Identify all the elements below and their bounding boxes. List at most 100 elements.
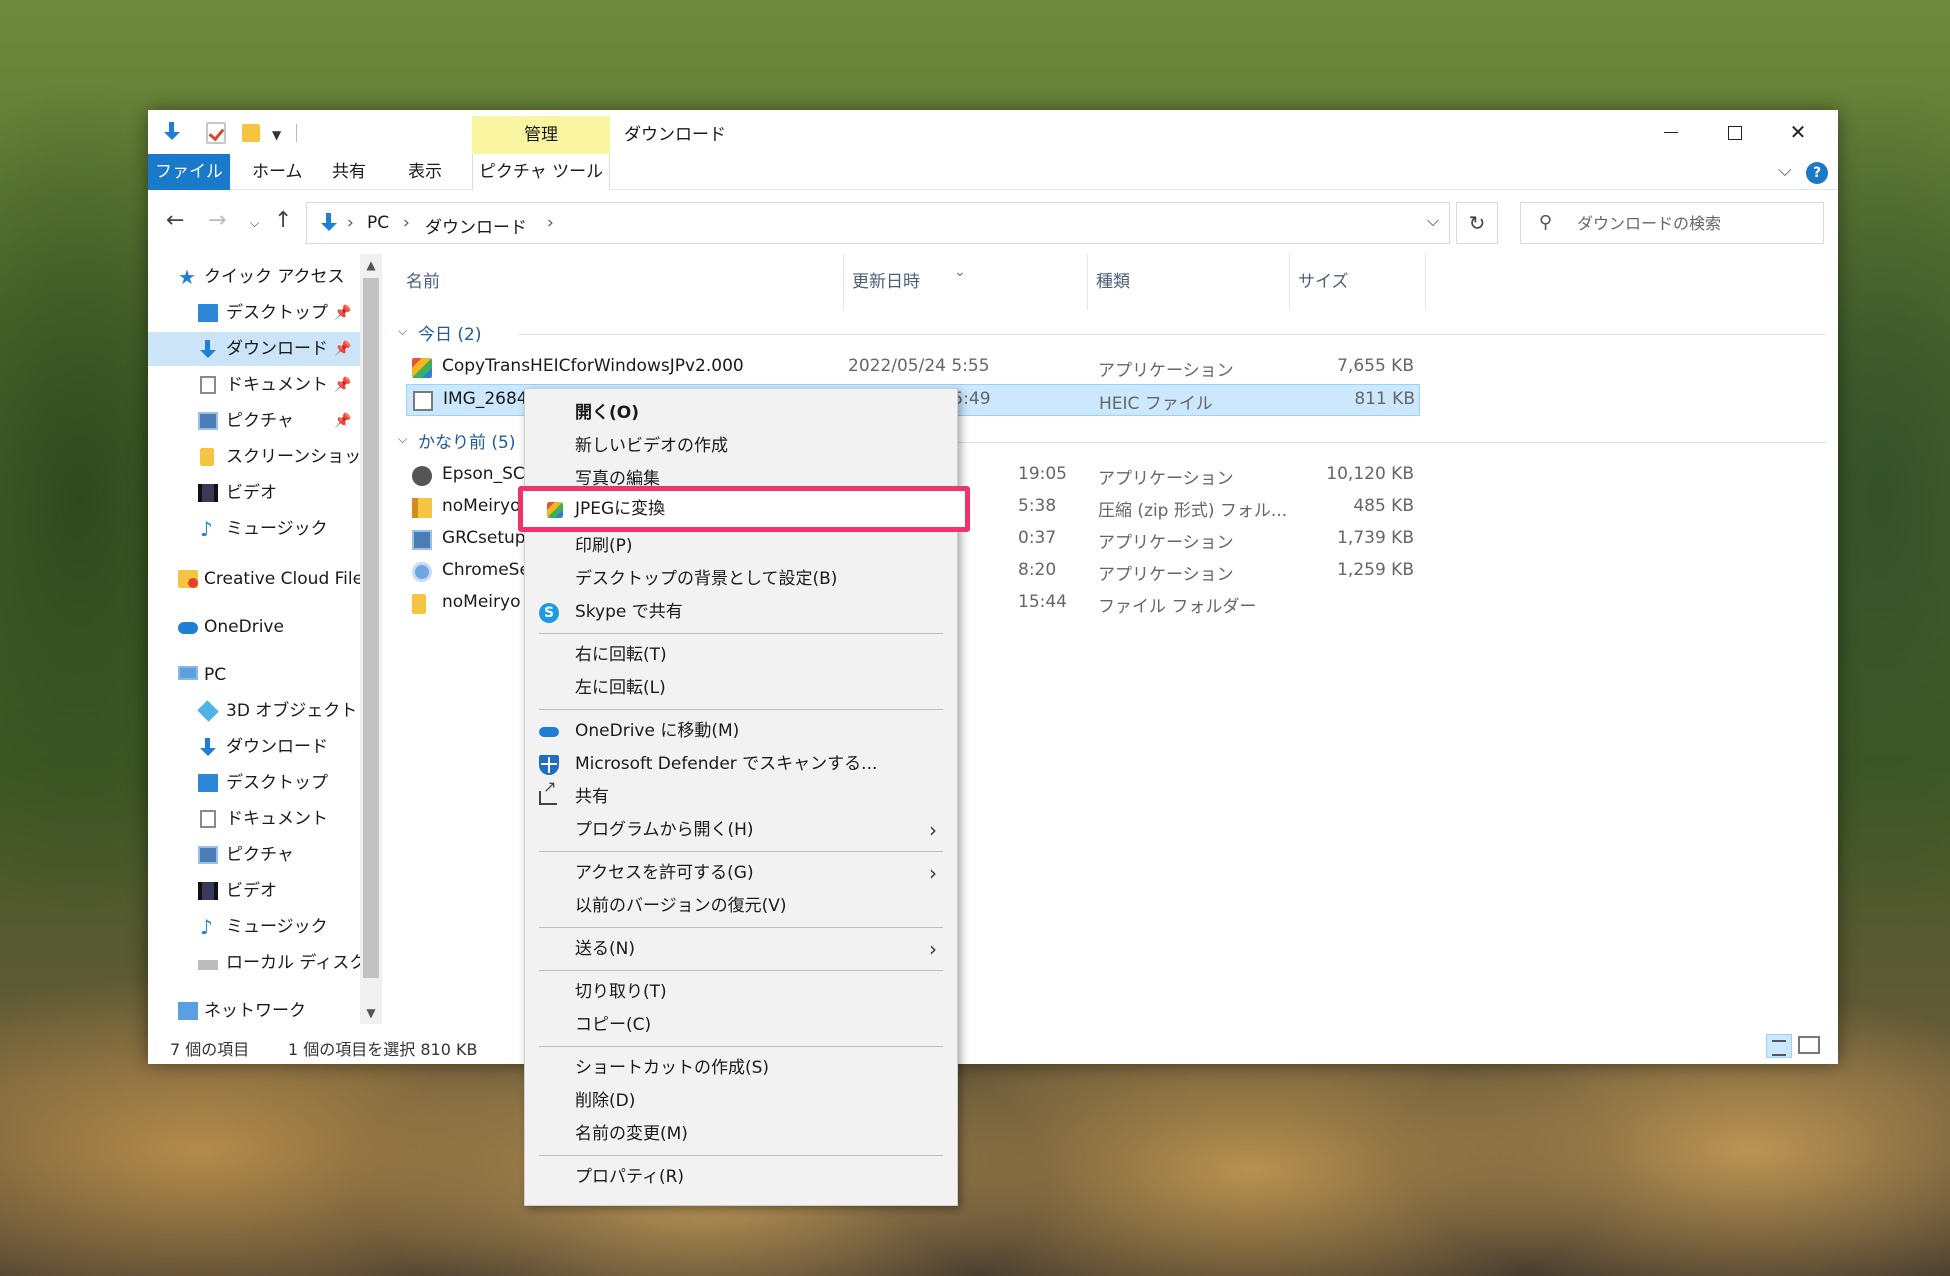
menu-item-restore-versions[interactable]: 以前のバージョンの復元(V) xyxy=(525,890,957,922)
file-name: CopyTransHEICforWindowsJPv2.000 xyxy=(442,356,744,376)
tab-home[interactable]: ホーム xyxy=(236,154,319,190)
scrollbar-thumb[interactable] xyxy=(363,278,379,978)
menu-item-create-shortcut[interactable]: ショートカットの作成(S) xyxy=(525,1052,957,1084)
breadcrumb-separator[interactable]: › xyxy=(347,213,354,233)
new-folder-icon[interactable] xyxy=(242,124,260,142)
forward-arrow-icon[interactable]: → xyxy=(208,208,226,233)
sidebar-item-documents[interactable]: ドキュメント xyxy=(148,802,360,836)
menu-item-set-background[interactable]: デスクトップの背景として設定(B) xyxy=(525,563,957,595)
maximize-button[interactable] xyxy=(1702,110,1766,154)
submenu-arrow-icon: › xyxy=(929,818,937,842)
breadcrumb-downloads[interactable]: ダウンロード xyxy=(425,213,527,238)
sidebar-item-videos-quick[interactable]: ビデオ xyxy=(148,476,360,510)
menu-item-new-video[interactable]: 新しいビデオの作成 xyxy=(525,430,957,462)
help-icon[interactable]: ? xyxy=(1806,162,1828,184)
table-row[interactable]: CopyTransHEICforWindowsJPv2.000 2022/05/… xyxy=(406,352,1420,384)
sidebar-item-3d-objects[interactable]: 3D オブジェクト xyxy=(148,694,360,728)
menu-item-rotate-left[interactable]: 左に回転(L) xyxy=(525,672,957,704)
group-collapse-icon[interactable]: ⌵ xyxy=(398,432,407,447)
sidebar-item-pictures-pinned[interactable]: ピクチャ 📌 xyxy=(148,404,360,438)
menu-item-defender-scan[interactable]: Microsoft Defender でスキャンする... xyxy=(525,748,957,780)
sidebar-item-label: スクリーンショット xyxy=(226,447,360,467)
sidebar-item-pc[interactable]: PC xyxy=(148,658,360,692)
pin-icon[interactable]: 📌 xyxy=(334,404,351,438)
menu-item-skype-share[interactable]: S Skype で共有 xyxy=(525,596,957,628)
menu-item-give-access[interactable]: アクセスを許可する(G) › xyxy=(525,857,957,889)
column-header-date[interactable]: 更新日時 ⌄ xyxy=(844,254,1088,310)
menu-item-rename[interactable]: 名前の変更(M) xyxy=(525,1118,957,1150)
menu-item-open[interactable]: 開く(O) xyxy=(525,397,957,429)
sidebar-item-onedrive[interactable]: OneDrive xyxy=(148,610,360,644)
file-name: noMeiryo xyxy=(442,592,521,612)
tab-file[interactable]: ファイル xyxy=(148,154,230,190)
details-view-icon[interactable] xyxy=(1766,1034,1792,1058)
sidebar-item-quick-access[interactable]: ★ クイック アクセス xyxy=(148,260,360,294)
breadcrumb-separator[interactable]: › xyxy=(547,213,554,233)
minimize-button[interactable] xyxy=(1638,110,1702,154)
tab-view[interactable]: 表示 xyxy=(392,154,458,190)
file-type: ファイル フォルダー xyxy=(1098,597,1257,617)
sidebar-item-music[interactable]: ♪ ミュージック xyxy=(148,910,360,944)
pin-icon[interactable]: 📌 xyxy=(334,332,351,366)
up-arrow-icon[interactable]: ↑ xyxy=(274,208,292,233)
menu-item-open-with[interactable]: プログラムから開く(H) › xyxy=(525,814,957,846)
search-input[interactable] xyxy=(1577,211,1817,235)
quick-access-download-icon[interactable] xyxy=(162,122,182,144)
sidebar-item-downloads[interactable]: ダウンロード xyxy=(148,730,360,764)
sidebar-item-documents-pinned[interactable]: ドキュメント 📌 xyxy=(148,368,360,402)
tab-share[interactable]: 共有 xyxy=(316,154,382,190)
sidebar-item-downloads-pinned[interactable]: ダウンロード 📌 xyxy=(148,332,360,366)
address-bar[interactable]: › PC › ダウンロード › ⌵ xyxy=(306,202,1450,244)
group-collapse-icon[interactable]: ⌵ xyxy=(398,324,407,339)
sidebar-item-creative-cloud[interactable]: Creative Cloud Files xyxy=(148,562,360,596)
menu-item-properties[interactable]: プロパティ(R) xyxy=(525,1161,957,1193)
menu-item-label: コピー(C) xyxy=(575,1015,652,1035)
sidebar-item-network[interactable]: ネットワーク xyxy=(148,994,360,1024)
manage-tab-group[interactable]: 管理 xyxy=(472,116,610,154)
menu-item-print[interactable]: 印刷(P) xyxy=(525,530,957,562)
search-box[interactable]: ⚲ xyxy=(1520,202,1824,244)
menu-item-label: 左に回転(L) xyxy=(575,678,666,698)
ribbon-expand-icon[interactable]: ⌵ xyxy=(1778,160,1792,181)
recent-locations-icon[interactable]: ⌵ xyxy=(250,216,259,231)
properties-check-icon[interactable] xyxy=(206,122,226,144)
column-header-type[interactable]: 種類 xyxy=(1088,254,1290,310)
close-button[interactable]: ✕ xyxy=(1766,110,1830,154)
menu-item-convert-jpeg[interactable]: JPEGに変換 xyxy=(518,486,970,532)
quick-access-dropdown-icon[interactable]: ▼ xyxy=(272,128,281,142)
menu-item-label: 名前の変更(M) xyxy=(575,1124,688,1144)
breadcrumb-pc[interactable]: PC xyxy=(367,213,389,233)
large-icons-view-icon[interactable] xyxy=(1798,1036,1820,1054)
sidebar-item-videos[interactable]: ビデオ xyxy=(148,874,360,908)
sidebar-item-pictures[interactable]: ピクチャ xyxy=(148,838,360,872)
file-date: 19:05 xyxy=(1018,464,1067,484)
sidebar-item-label: ビデオ xyxy=(226,881,277,901)
column-header-size[interactable]: サイズ xyxy=(1290,254,1426,310)
scroll-down-icon[interactable]: ▼ xyxy=(360,1002,382,1024)
breadcrumb-separator[interactable]: › xyxy=(403,213,410,233)
pin-icon[interactable]: 📌 xyxy=(334,296,351,330)
group-header-today[interactable]: ⌵ 今日 (2) xyxy=(398,320,1826,350)
navigation-scrollbar[interactable]: ▲ ▼ xyxy=(360,254,382,1024)
tab-picture-tools[interactable]: ピクチャ ツール xyxy=(472,154,610,190)
column-header-name[interactable]: 名前 xyxy=(398,254,844,310)
sidebar-item-local-disk[interactable]: ローカル ディスク (C:) xyxy=(148,946,360,980)
menu-item-send-to[interactable]: 送る(N) › xyxy=(525,933,957,965)
pin-icon[interactable]: 📌 xyxy=(334,368,351,402)
sidebar-item-screenshots[interactable]: スクリーンショット xyxy=(148,440,360,474)
address-dropdown-icon[interactable]: ⌵ xyxy=(1427,211,1439,231)
back-arrow-icon[interactable]: ← xyxy=(166,208,184,233)
scroll-up-icon[interactable]: ▲ xyxy=(360,254,382,276)
menu-item-cut[interactable]: 切り取り(T) xyxy=(525,976,957,1008)
menu-item-move-onedrive[interactable]: OneDrive に移動(M) xyxy=(525,715,957,747)
sidebar-item-music-quick[interactable]: ♪ ミュージック xyxy=(148,512,360,546)
sidebar-item-desktop-pinned[interactable]: デスクトップ 📌 xyxy=(148,296,360,330)
menu-item-copy[interactable]: コピー(C) xyxy=(525,1009,957,1041)
sidebar-item-desktop[interactable]: デスクトップ xyxy=(148,766,360,800)
menu-item-rotate-right[interactable]: 右に回転(T) xyxy=(525,639,957,671)
refresh-icon[interactable]: ↻ xyxy=(1456,202,1498,244)
sort-caret-icon: ⌄ xyxy=(954,264,966,280)
convert-jpeg-row[interactable]: JPEGに変換 xyxy=(531,493,961,525)
menu-item-share[interactable]: 共有 xyxy=(525,779,957,813)
menu-item-delete[interactable]: 削除(D) xyxy=(525,1085,957,1117)
